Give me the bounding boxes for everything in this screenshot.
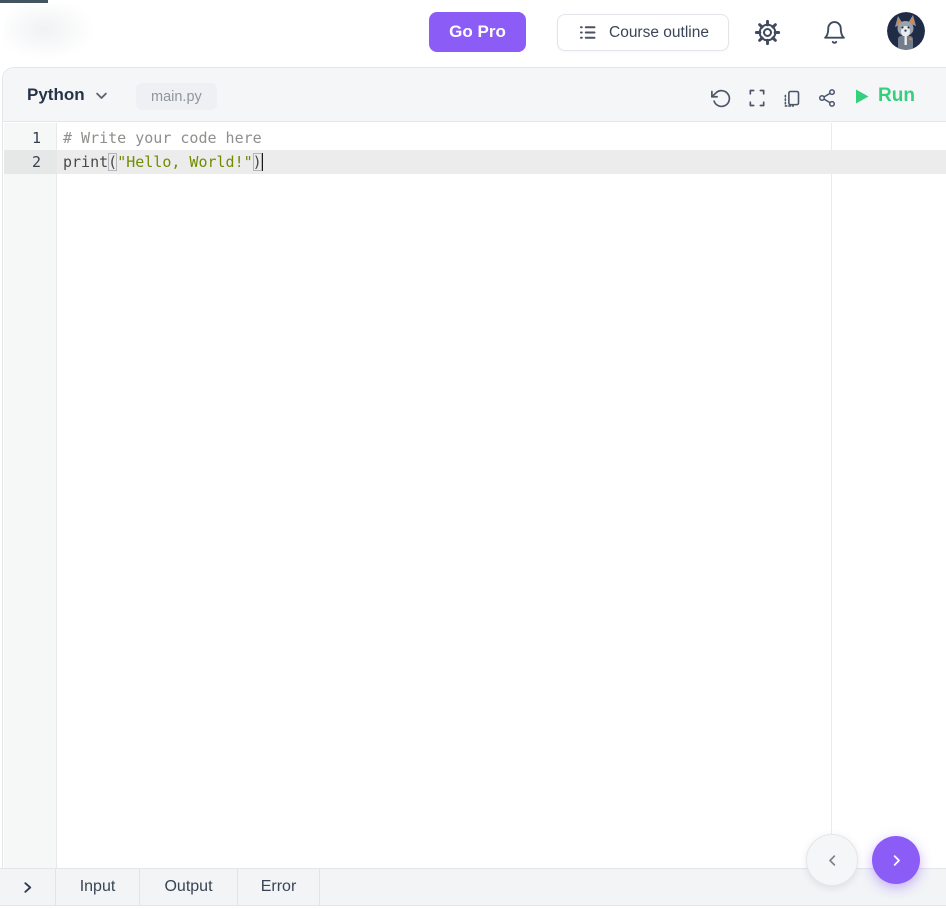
chevron-right-icon	[889, 853, 904, 868]
copy-code-icon	[781, 88, 802, 109]
avatar-image	[887, 12, 925, 50]
console-expand-button[interactable]	[0, 869, 56, 905]
code-token-bracket: (	[108, 153, 117, 171]
code-token: # Write your code here	[63, 129, 262, 147]
run-play-icon	[855, 89, 869, 104]
code-line-active[interactable]: 2 print("Hello, World!")	[4, 150, 946, 174]
run-label: Run	[878, 85, 915, 107]
line-number-gutter	[4, 123, 57, 868]
site-logo[interactable]	[4, 4, 96, 60]
copy-code-button[interactable]	[776, 83, 806, 113]
course-outline-button[interactable]: Course outline	[557, 14, 729, 51]
top-accent-bar	[0, 0, 48, 3]
next-lesson-button[interactable]	[872, 836, 920, 884]
share-icon	[817, 88, 837, 108]
code-editor[interactable]: 1 # Write your code here 2 print("Hello,…	[4, 123, 946, 868]
code-line[interactable]: 1 # Write your code here	[4, 126, 946, 150]
editor-toolbar: Python main.py	[3, 68, 946, 122]
gear-icon	[754, 19, 781, 46]
previous-lesson-button[interactable]	[806, 834, 858, 886]
bell-icon	[822, 20, 847, 45]
line-number: 2	[4, 150, 57, 174]
file-name-label: main.py	[151, 89, 202, 105]
text-cursor	[262, 153, 263, 171]
reset-code-icon	[711, 88, 732, 109]
code-token-string: "Hello, World!"	[117, 153, 252, 171]
run-button[interactable]: Run	[855, 80, 915, 112]
settings-button[interactable]	[751, 16, 783, 48]
tab-error[interactable]: Error	[238, 869, 320, 905]
course-outline-label: Course outline	[609, 24, 709, 42]
line-number: 1	[4, 126, 57, 150]
fullscreen-button[interactable]	[742, 83, 772, 113]
code-token: print	[63, 153, 108, 171]
fullscreen-icon	[747, 88, 767, 108]
chevron-down-icon	[94, 88, 109, 103]
course-outline-list-icon	[577, 22, 598, 43]
language-selector[interactable]: Python	[27, 80, 109, 110]
go-pro-button[interactable]: Go Pro	[429, 12, 526, 52]
share-button[interactable]	[812, 83, 842, 113]
app-header: Go Pro Course outline	[0, 0, 946, 67]
console-bar: Input Output Error	[0, 868, 946, 906]
code-token-bracket: )	[253, 153, 262, 171]
file-tab-main-py[interactable]: main.py	[136, 83, 217, 110]
editor-panel: Python main.py	[2, 67, 946, 868]
reset-code-button[interactable]	[706, 83, 736, 113]
notifications-button[interactable]	[818, 16, 850, 48]
code-text: # Write your code here	[57, 126, 262, 150]
editor-right-divider	[831, 123, 832, 868]
tab-input[interactable]: Input	[56, 869, 140, 905]
chevron-left-icon	[825, 853, 840, 868]
user-avatar[interactable]	[887, 12, 925, 50]
code-lines: 1 # Write your code here 2 print("Hello,…	[4, 126, 946, 174]
language-label: Python	[27, 85, 85, 105]
code-text: print("Hello, World!")	[57, 150, 263, 174]
chevron-right-icon	[21, 881, 34, 894]
tab-output[interactable]: Output	[140, 869, 238, 905]
